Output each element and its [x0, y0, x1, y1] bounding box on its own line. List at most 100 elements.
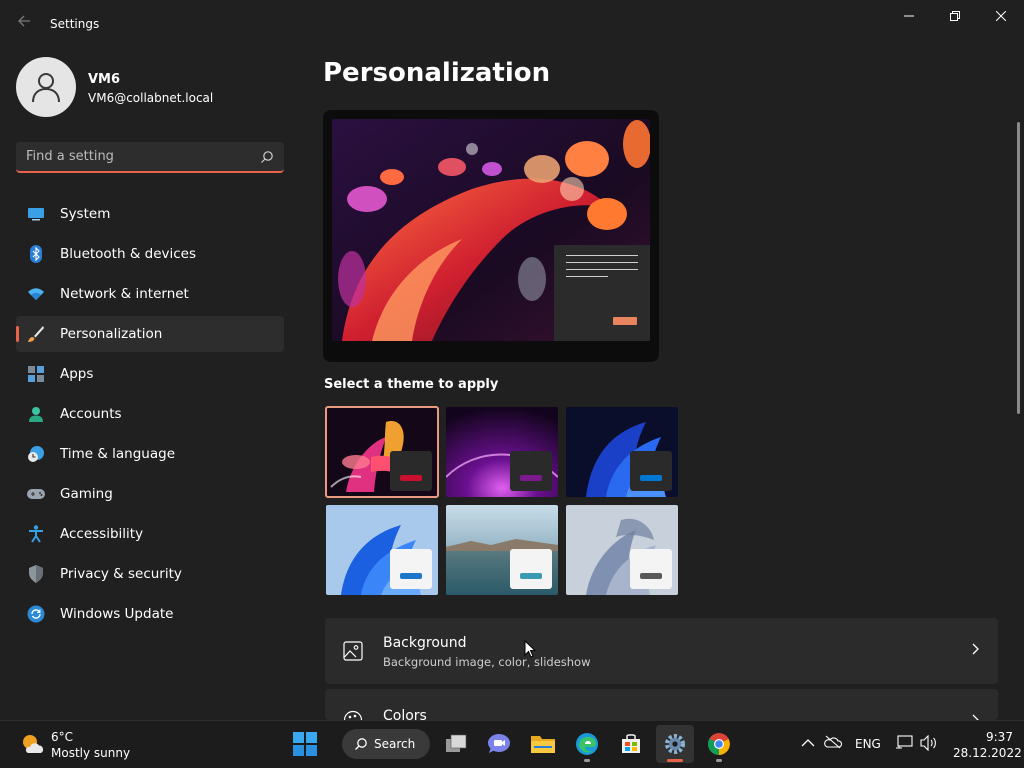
- brush-icon: [27, 325, 45, 343]
- theme-accent-bar: [520, 573, 542, 579]
- sidebar-item-privacy[interactable]: Privacy & security: [16, 556, 284, 592]
- weather-description[interactable]: Mostly sunny: [51, 746, 130, 760]
- bluetooth-icon: [27, 245, 45, 263]
- restore-icon[interactable]: [932, 4, 978, 30]
- person-icon: [27, 405, 45, 423]
- theme-mini-window: [510, 451, 552, 491]
- sidebar-item-label: Accessibility: [60, 526, 144, 542]
- preview-accent-button: [613, 317, 637, 325]
- image-icon: [343, 641, 363, 665]
- sun-cloud-icon[interactable]: [20, 733, 44, 759]
- theme-accent-bar: [640, 475, 662, 481]
- theme-mini-window: [510, 549, 552, 589]
- mouse-cursor-icon: [524, 639, 537, 662]
- minimize-icon[interactable]: [886, 4, 932, 30]
- volume-icon[interactable]: [920, 734, 938, 754]
- chrome-icon[interactable]: [700, 725, 738, 763]
- sidebar-item-accounts[interactable]: Accounts: [16, 396, 284, 432]
- search-icon: [354, 737, 368, 751]
- settings-gear-icon[interactable]: [656, 725, 694, 763]
- card-subtitle: Background image, color, slideshow: [383, 655, 591, 669]
- search-box[interactable]: [16, 142, 284, 173]
- theme-accent-bar: [520, 475, 542, 481]
- start-icon[interactable]: [286, 725, 324, 763]
- clock-globe-icon: [27, 445, 45, 463]
- store-icon[interactable]: [612, 725, 650, 763]
- theme-option-windows-dark[interactable]: [566, 407, 678, 497]
- scrollbar-thumb[interactable]: [1017, 122, 1020, 414]
- selection-indicator: [16, 326, 19, 342]
- theme-option-captured-motion[interactable]: [446, 505, 558, 595]
- sidebar-item-network[interactable]: Network & internet: [16, 276, 284, 312]
- active-indicator: [667, 759, 683, 762]
- teams-chat-icon[interactable]: [480, 725, 518, 763]
- apps-icon: [27, 365, 45, 383]
- sidebar-item-label: System: [60, 206, 111, 222]
- wifi-icon: [27, 285, 45, 303]
- background-setting-card[interactable]: Background Background image, color, slid…: [325, 618, 998, 684]
- edge-icon[interactable]: [568, 725, 606, 763]
- language-indicator[interactable]: ENG: [855, 737, 881, 751]
- shield-icon: [27, 565, 45, 583]
- taskbar-search-label: Search: [374, 737, 416, 751]
- theme-accent-bar: [400, 475, 422, 481]
- running-indicator: [716, 759, 722, 762]
- card-title: Background: [383, 635, 467, 651]
- search-icon[interactable]: [260, 149, 274, 168]
- close-icon[interactable]: [978, 4, 1024, 30]
- accessibility-icon: [27, 525, 45, 543]
- sidebar-item-accessibility[interactable]: Accessibility: [16, 516, 284, 552]
- colors-setting-card[interactable]: Colors: [325, 689, 998, 720]
- theme-option-windows-light[interactable]: [326, 505, 438, 595]
- theme-accent-bar: [400, 573, 422, 579]
- sidebar-item-windows-update[interactable]: Windows Update: [16, 596, 284, 632]
- theme-option-glow[interactable]: [325, 406, 439, 498]
- sidebar-item-personalization[interactable]: Personalization: [16, 316, 284, 352]
- preview-wallpaper: [332, 119, 650, 341]
- sidebar-item-label: Privacy & security: [60, 566, 182, 582]
- card-title: Colors: [383, 708, 427, 720]
- person-avatar-icon: [32, 73, 60, 103]
- chevron-right-icon: [970, 713, 980, 720]
- network-icon[interactable]: [895, 735, 913, 754]
- running-indicator: [584, 759, 590, 762]
- theme-option-flow[interactable]: [566, 505, 678, 595]
- avatar[interactable]: [16, 57, 76, 117]
- monitor-icon: [27, 205, 45, 223]
- task-view-icon[interactable]: [437, 725, 475, 763]
- back-arrow-icon[interactable]: [14, 14, 34, 34]
- sidebar-item-label: Personalization: [60, 326, 163, 342]
- sidebar-item-time-language[interactable]: Time & language: [16, 436, 284, 472]
- theme-option-sunrise[interactable]: [446, 407, 558, 497]
- clock-date[interactable]: 28.12.2022: [953, 746, 1022, 760]
- sidebar-item-label: Windows Update: [60, 606, 174, 622]
- chevron-up-icon[interactable]: [801, 737, 815, 751]
- theme-mini-window: [630, 451, 672, 491]
- preview-window: [554, 245, 650, 341]
- sidebar-item-label: Network & internet: [60, 286, 189, 302]
- theme-preview: [323, 110, 659, 362]
- sidebar-item-label: Accounts: [60, 406, 122, 422]
- gamepad-icon: [27, 485, 45, 503]
- theme-mini-window: [390, 549, 432, 589]
- page-title: Personalization: [323, 58, 551, 88]
- taskbar-search-button[interactable]: Search: [342, 729, 430, 759]
- file-explorer-icon[interactable]: [524, 725, 562, 763]
- sidebar-item-label: Time & language: [60, 446, 176, 462]
- theme-mini-window: [630, 549, 672, 589]
- sidebar-item-label: Apps: [60, 366, 94, 382]
- weather-temperature[interactable]: 6°C: [51, 730, 73, 744]
- sidebar-item-bluetooth[interactable]: Bluetooth & devices: [16, 236, 284, 272]
- clock-time[interactable]: 9:37: [986, 730, 1013, 744]
- sidebar-item-gaming[interactable]: Gaming: [16, 476, 284, 512]
- theme-section-heading: Select a theme to apply: [324, 377, 499, 392]
- sidebar-item-apps[interactable]: Apps: [16, 356, 284, 392]
- sidebar-item-system[interactable]: System: [16, 196, 284, 232]
- search-input[interactable]: [16, 142, 246, 171]
- palette-icon: [343, 710, 363, 720]
- user-name: VM6: [88, 72, 121, 87]
- chevron-right-icon: [970, 642, 980, 660]
- onedrive-offline-icon[interactable]: [824, 735, 843, 752]
- window-title: Settings: [50, 17, 100, 31]
- update-icon: [27, 605, 45, 623]
